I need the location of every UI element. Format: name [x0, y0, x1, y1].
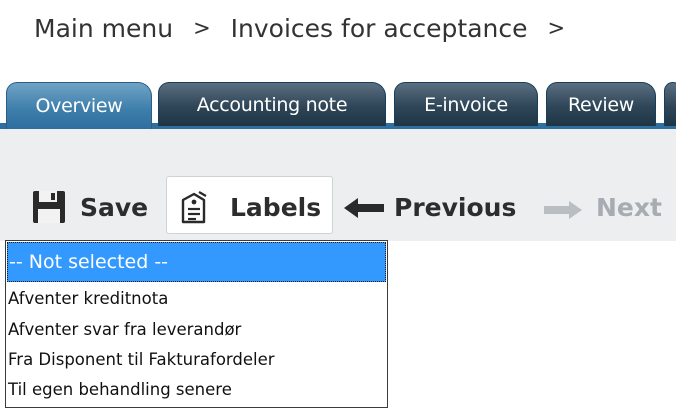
tab-e-invoice[interactable]: E-invoice — [394, 82, 538, 126]
dropdown-option-til-egen-behandling[interactable]: Til egen behandling senere — [7, 375, 386, 404]
dropdown-option-label: Afventer svar fra leverandør — [8, 320, 242, 339]
tag-icon — [180, 190, 208, 224]
save-icon — [32, 190, 66, 224]
dropdown-option-afventer-svar[interactable]: Afventer svar fra leverandør — [7, 315, 386, 344]
labels-dropdown[interactable]: -- Not selected -- Afventer kreditnota A… — [5, 240, 388, 408]
tab-label: Accounting note — [196, 93, 348, 116]
dropdown-option-afventer-kreditnota[interactable]: Afventer kreditnota — [7, 284, 386, 313]
next-button[interactable]: Next — [544, 180, 662, 234]
breadcrumb-separator: > — [193, 16, 211, 40]
tab-label: Overview — [35, 95, 123, 117]
previous-button[interactable]: Previous — [344, 180, 516, 234]
tab-label: Review — [568, 93, 634, 116]
dropdown-option-label: Til egen behandling senere — [8, 380, 232, 399]
save-button[interactable]: Save — [32, 180, 148, 234]
save-label: Save — [80, 192, 149, 222]
tab-overflow[interactable] — [664, 82, 676, 126]
breadcrumb-main-menu[interactable]: Main menu — [34, 14, 173, 43]
tab-accounting-note[interactable]: Accounting note — [158, 82, 386, 126]
previous-label: Previous — [394, 192, 517, 222]
dropdown-option-label: Fra Disponent til Fakturafordeler — [8, 350, 275, 369]
tab-review[interactable]: Review — [546, 82, 656, 126]
tab-overview[interactable]: Overview — [6, 82, 152, 129]
next-label: Next — [596, 192, 662, 222]
labels-button-content[interactable]: Labels — [180, 180, 321, 234]
tab-label: E-invoice — [424, 93, 508, 116]
dropdown-option-not-selected[interactable]: -- Not selected -- — [7, 242, 386, 282]
dropdown-option-label: Afventer kreditnota — [8, 289, 169, 308]
arrow-right-icon — [544, 197, 582, 219]
dropdown-option-label: -- Not selected -- — [9, 251, 169, 273]
labels-label: Labels — [230, 192, 322, 222]
breadcrumb-invoices-for-acceptance[interactable]: Invoices for acceptance — [231, 14, 528, 43]
dropdown-option-fra-disponent[interactable]: Fra Disponent til Fakturafordeler — [7, 345, 386, 374]
arrow-left-icon — [344, 196, 384, 218]
breadcrumb: Main menu > Invoices for acceptance > — [34, 8, 585, 48]
breadcrumb-separator: > — [547, 16, 566, 40]
